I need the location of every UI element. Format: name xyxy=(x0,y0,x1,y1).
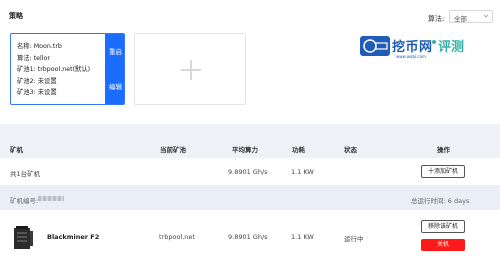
watermark-badge-icon xyxy=(360,36,390,56)
summary-hashrate: 9.8901 Gh/s xyxy=(228,168,268,176)
section-title: 策略 xyxy=(9,12,23,20)
watermark-review: 评测 xyxy=(438,40,465,55)
device-hashrate: 9.8901 Gh/s xyxy=(228,233,268,241)
strategy-name: 名称: Moon.trb xyxy=(17,43,62,50)
algorithm-filter-label: 算法: xyxy=(428,15,445,23)
strategy-pool-1: 矿池1: trbpool.net(默认) xyxy=(17,66,91,73)
strategy-edit-button[interactable]: 编辑 xyxy=(105,69,124,104)
add-miner-button[interactable]: 十添加矿机 xyxy=(421,165,465,178)
col-header-miner: 矿机 xyxy=(10,146,23,154)
device-id-label: 矿机编号: xyxy=(10,197,39,205)
device-model: Blackminer F2 xyxy=(47,233,100,241)
miner-count: 共1台矿机 xyxy=(10,170,41,178)
device-id-redacted xyxy=(38,196,64,201)
strategy-card[interactable]: 名称: Moon.trb 算法: tellor 矿池1: trbpool.net… xyxy=(10,33,125,105)
device-pool: trbpool.net xyxy=(159,233,195,241)
miner-device-icon xyxy=(14,226,33,249)
col-header-current-pool: 当前矿池 xyxy=(160,146,186,154)
algorithm-filter-value: 全部 xyxy=(454,15,467,23)
watermark-domain: www.wabi.com xyxy=(396,54,426,59)
remove-miner-button[interactable]: 移除该矿机 xyxy=(421,220,465,233)
col-header-status: 状态 xyxy=(344,146,357,154)
strategy-algorithm: 算法: tellor xyxy=(17,54,51,62)
col-header-actions: 操作 xyxy=(437,146,450,154)
add-strategy-card[interactable] xyxy=(134,33,246,105)
device-power: 1.1 KW xyxy=(291,233,314,241)
watermark-dot xyxy=(432,40,436,44)
col-header-power: 功耗 xyxy=(292,146,305,154)
watermark-brand: 挖币网 xyxy=(392,40,433,55)
device-uptime: 总运行时间: 6 days xyxy=(411,197,470,205)
watermark-logo: 挖币网 评测 www.wabi.com xyxy=(358,32,486,62)
strategy-details: 名称: Moon.trb 算法: tellor 矿池1: trbpool.net… xyxy=(17,41,90,99)
col-header-avg-hashrate: 平均算力 xyxy=(232,146,258,154)
shutdown-button[interactable]: 关机 xyxy=(421,239,465,251)
plus-icon xyxy=(181,60,201,80)
strategy-apply-button[interactable]: 重启 xyxy=(105,34,124,70)
device-status: 运行中 xyxy=(344,235,364,243)
algorithm-filter-select[interactable]: 全部 xyxy=(449,10,493,23)
strategy-pool-2: 矿池2: 未设置 xyxy=(17,77,57,85)
strategy-pool-3: 矿池3: 未设置 xyxy=(17,89,57,96)
summary-power: 1.1 KW xyxy=(291,168,314,176)
chevron-down-icon xyxy=(483,14,489,18)
